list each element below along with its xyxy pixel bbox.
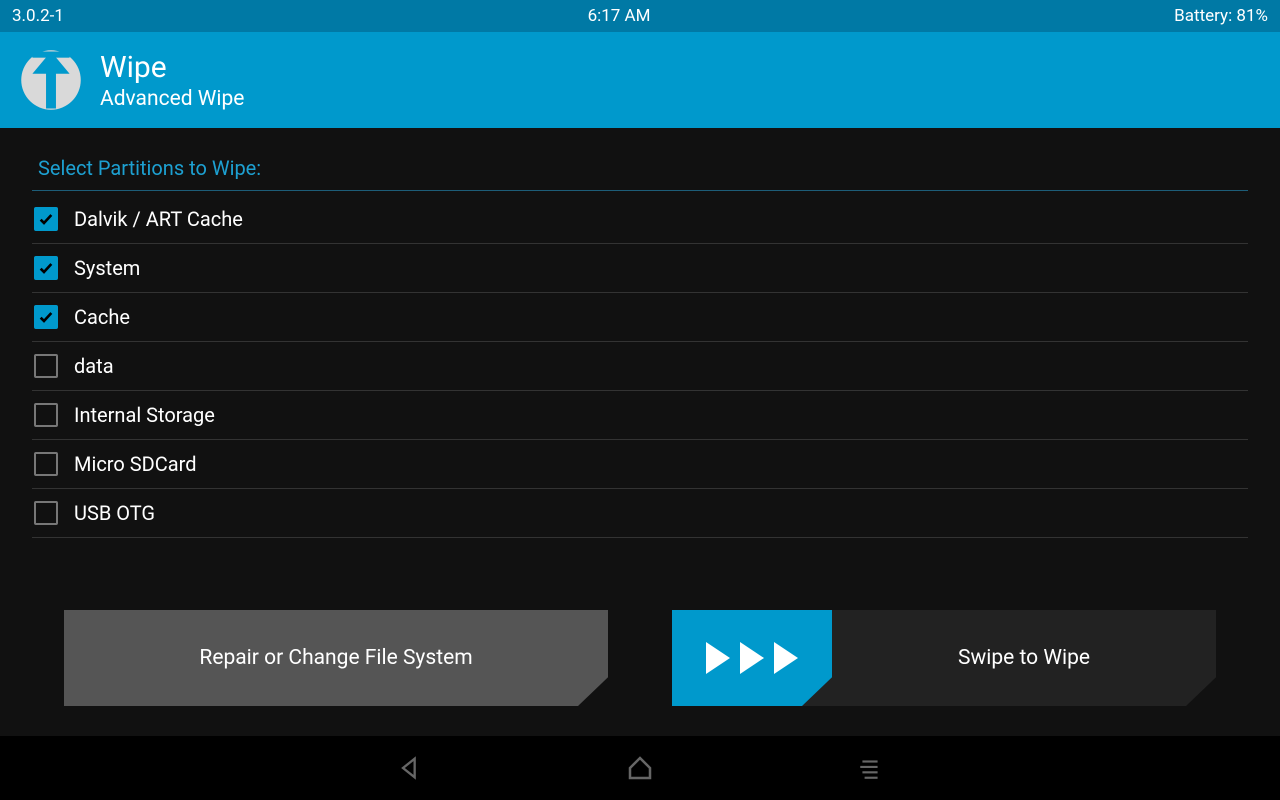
swipe-label: Swipe to Wipe <box>832 610 1216 706</box>
chevron-right-icon <box>706 642 730 674</box>
check-icon <box>38 211 54 227</box>
twrp-logo-icon <box>20 49 82 111</box>
section-divider <box>32 190 1248 191</box>
partition-row[interactable]: Internal Storage <box>32 391 1248 440</box>
partition-row[interactable]: System <box>32 244 1248 293</box>
partition-row[interactable]: Cache <box>32 293 1248 342</box>
page-header: Wipe Advanced Wipe <box>0 32 1280 128</box>
battery-label: Battery: 81% <box>1174 6 1268 26</box>
page-subtitle: Advanced Wipe <box>100 87 244 111</box>
checkbox[interactable] <box>34 452 58 476</box>
menu-icon[interactable] <box>855 753 885 783</box>
page-title: Wipe <box>100 50 244 85</box>
partition-label: Cache <box>74 305 130 329</box>
swipe-to-wipe-slider[interactable]: Swipe to Wipe <box>672 610 1216 706</box>
partition-label: data <box>74 354 114 378</box>
version-label: 3.0.2-1 <box>12 6 64 26</box>
home-icon[interactable] <box>625 753 655 783</box>
main-content: Select Partitions to Wipe: Dalvik / ART … <box>0 128 1280 736</box>
checkbox[interactable] <box>34 501 58 525</box>
repair-filesystem-button[interactable]: Repair or Change File System <box>64 610 608 706</box>
chevron-right-icon <box>774 642 798 674</box>
partition-label: Micro SDCard <box>74 452 197 476</box>
partition-row[interactable]: data <box>32 342 1248 391</box>
check-icon <box>38 309 54 325</box>
chevron-right-icon <box>740 642 764 674</box>
section-label: Select Partitions to Wipe: <box>32 156 1248 190</box>
status-bar: 3.0.2-1 6:17 AM Battery: 81% <box>0 0 1280 32</box>
partition-label: Internal Storage <box>74 403 215 427</box>
checkbox[interactable] <box>34 256 58 280</box>
partition-row[interactable]: USB OTG <box>32 489 1248 538</box>
partition-list: Dalvik / ART Cache System Cache data Interna… <box>32 195 1248 538</box>
action-buttons-row: Repair or Change File System Swipe to Wi… <box>64 610 1216 706</box>
repair-button-label: Repair or Change File System <box>199 646 472 670</box>
checkbox[interactable] <box>34 207 58 231</box>
back-icon[interactable] <box>395 753 425 783</box>
clock-label: 6:17 AM <box>588 6 651 26</box>
partition-row[interactable]: Dalvik / ART Cache <box>32 195 1248 244</box>
checkbox[interactable] <box>34 354 58 378</box>
partition-label: USB OTG <box>74 501 155 525</box>
partition-row[interactable]: Micro SDCard <box>32 440 1248 489</box>
partition-label: System <box>74 256 140 280</box>
partition-label: Dalvik / ART Cache <box>74 207 243 231</box>
checkbox[interactable] <box>34 305 58 329</box>
check-icon <box>38 260 54 276</box>
navigation-bar <box>0 736 1280 800</box>
checkbox[interactable] <box>34 403 58 427</box>
swipe-handle[interactable] <box>672 610 832 706</box>
